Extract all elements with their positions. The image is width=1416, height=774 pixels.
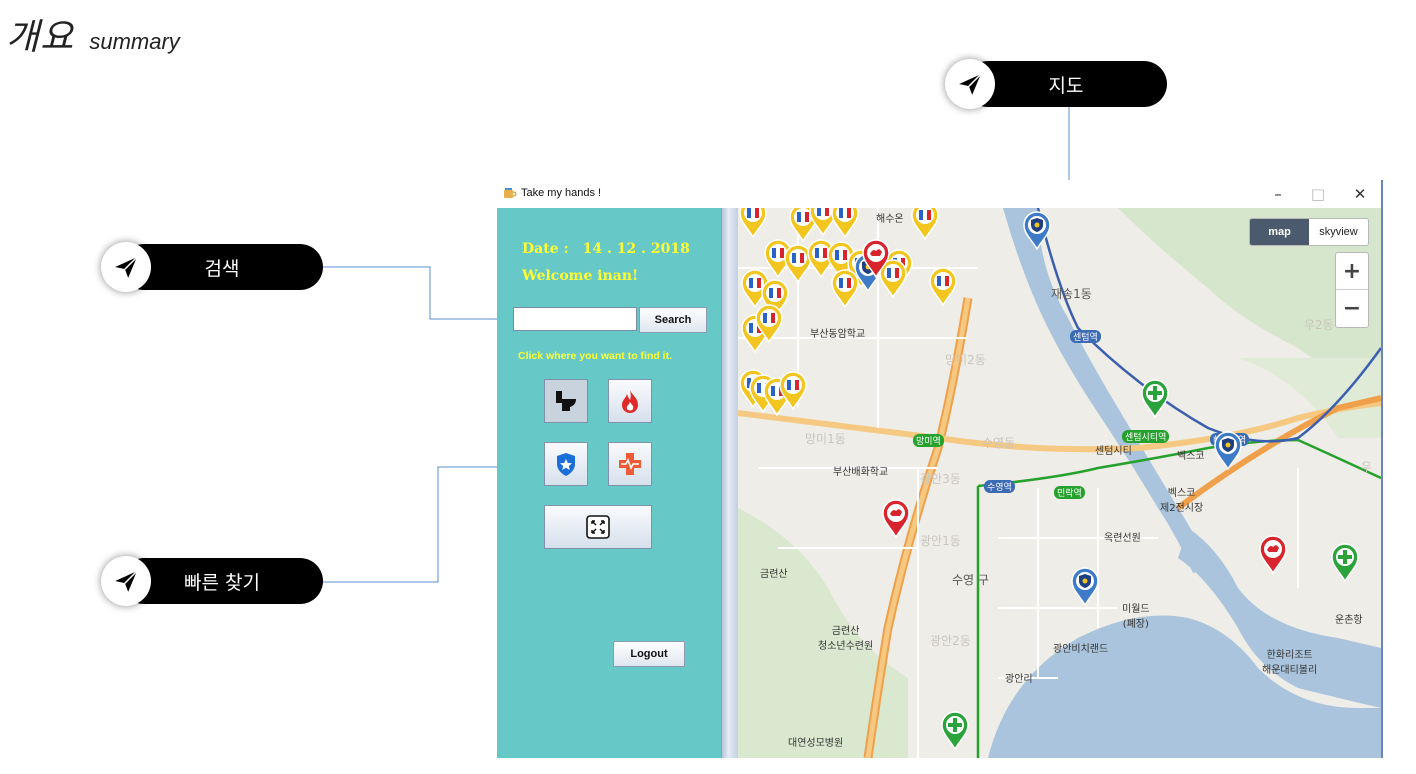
map-label: 부산배화학교 [833,467,889,478]
subway-station-label: 망미역 [913,434,944,447]
map-label: 광안리 [1005,674,1033,685]
fire-station-button[interactable] [608,379,652,423]
police-station-button[interactable] [544,442,588,486]
quick-find-hint: Click where you want to find it. [518,350,673,362]
callout-search-label: 검색 [121,244,323,290]
map-type-skyview[interactable]: skyview [1309,219,1368,245]
map-label: 한화리조트 해운대티볼리 [1262,650,1318,676]
map-label: 금련산 [760,569,788,580]
map-label: 광안2동 [930,634,971,648]
search-input[interactable] [513,307,637,331]
map-label: 센텀시티 [1095,446,1132,457]
page-heading: 개요 summary [6,8,180,60]
callout-search: 검색 [101,242,323,292]
map-label: 벡스코 [1177,451,1205,462]
date-display: Date : 14 . 12 . 2018 [522,241,690,257]
coffee-cup-icon [504,188,517,198]
split-pane-divider[interactable] [721,208,738,758]
map-type-map[interactable]: map [1250,219,1309,245]
callout-quick-find-label: 빠른 찾기 [121,558,323,604]
toilet-marker-icon[interactable] [754,303,784,343]
paper-plane-icon [945,59,995,109]
map-label: 운촌항 [1335,615,1363,626]
map-label: 망미1동 [805,432,846,446]
date-label: Date : [522,241,569,257]
maximize-button[interactable]: □ [1303,182,1333,206]
map-label: 망미2동 [945,353,986,367]
page-subtitle: summary [89,29,180,54]
toilet-marker-icon[interactable] [928,266,958,306]
hospital-cross-icon [619,453,641,475]
fire-marker-icon[interactable] [1258,534,1288,574]
paper-plane-icon [101,556,151,606]
fire-icon [622,390,638,413]
toilet-marker-icon[interactable] [778,370,808,410]
date-value: 14 . 12 . 2018 [582,241,690,257]
map-label: 벡스코 제2전시장 [1160,488,1204,514]
window-border [1381,180,1383,758]
map-label: 광안3동 [920,472,961,486]
expand-map-button[interactable] [544,505,652,549]
control-panel: Date : 14 . 12 . 2018 Welcome inan! Searc… [497,208,721,758]
title-bar[interactable]: Take my hands ! – □ ✕ [497,180,1383,208]
hospital-marker-icon[interactable] [940,710,970,750]
subway-station-label: 센텀시티역 [1122,430,1170,443]
map-label: 부산동암학교 [810,329,866,340]
map-label: 미월드 (폐장) [1122,604,1150,630]
map-label: 우2동 [1304,318,1334,332]
police-marker-icon[interactable] [1070,566,1100,606]
hospital-marker-icon[interactable] [1330,542,1360,582]
fire-marker-icon[interactable] [881,498,911,538]
toilet-button[interactable] [544,379,588,423]
callout-map: 지도 [945,59,1167,109]
callout-quick-find: 빠른 찾기 [101,556,323,606]
toilet-marker-icon[interactable] [910,208,940,240]
police-marker-icon[interactable] [1022,210,1052,250]
window-title: Take my hands ! [521,187,602,199]
police-marker-icon[interactable] [1213,430,1243,470]
map-label: 대연성모병원 [788,738,844,749]
logout-button[interactable]: Logout [613,641,685,667]
app-window: Take my hands ! – □ ✕ Date : 14 . 12 . 20… [497,180,1383,758]
page-title: 개요 [6,17,75,58]
map-type-toggle: map skyview [1249,218,1369,246]
map-label: 광안1동 [920,534,961,548]
paper-plane-icon [101,242,151,292]
subway-station-label: 센텀역 [1070,330,1101,343]
welcome-message: Welcome inan! [522,268,639,284]
zoom-control: + − [1335,252,1369,328]
subway-station-label: 민락역 [1054,486,1085,499]
map-label: 광안비치랜드 [1053,644,1109,655]
toilet-icon [556,391,576,411]
fire-marker-icon[interactable] [861,238,891,278]
map-label: 옥련선원 [1104,533,1141,544]
callout-map-label: 지도 [965,61,1167,107]
toilet-marker-icon[interactable] [830,208,860,238]
map-label: 해수온 [876,214,904,225]
minimize-button[interactable]: – [1263,182,1293,206]
map-label: 금련산 청소년수련원 [818,626,874,652]
map-label: 재송1동 [1051,287,1092,301]
map-label: 수영동 [982,436,1016,450]
expand-icon [586,515,610,539]
close-button[interactable]: ✕ [1345,182,1375,206]
map-label: 우 [1361,460,1373,474]
map-label: 수영 구 [952,573,989,587]
hospital-button[interactable] [608,442,652,486]
hospital-marker-icon[interactable] [1140,378,1170,418]
search-button[interactable]: Search [639,307,707,333]
zoom-out-button[interactable]: − [1336,290,1368,326]
subway-station-label: 수영역 [984,480,1015,493]
toilet-marker-icon[interactable] [738,208,768,238]
police-badge-icon [557,453,575,476]
zoom-in-button[interactable]: + [1336,253,1368,290]
map-view[interactable]: 부산동암학교 부산배화학교 재송1동 망미1동 망미2동 수영동 광안3동 광안… [738,208,1381,758]
